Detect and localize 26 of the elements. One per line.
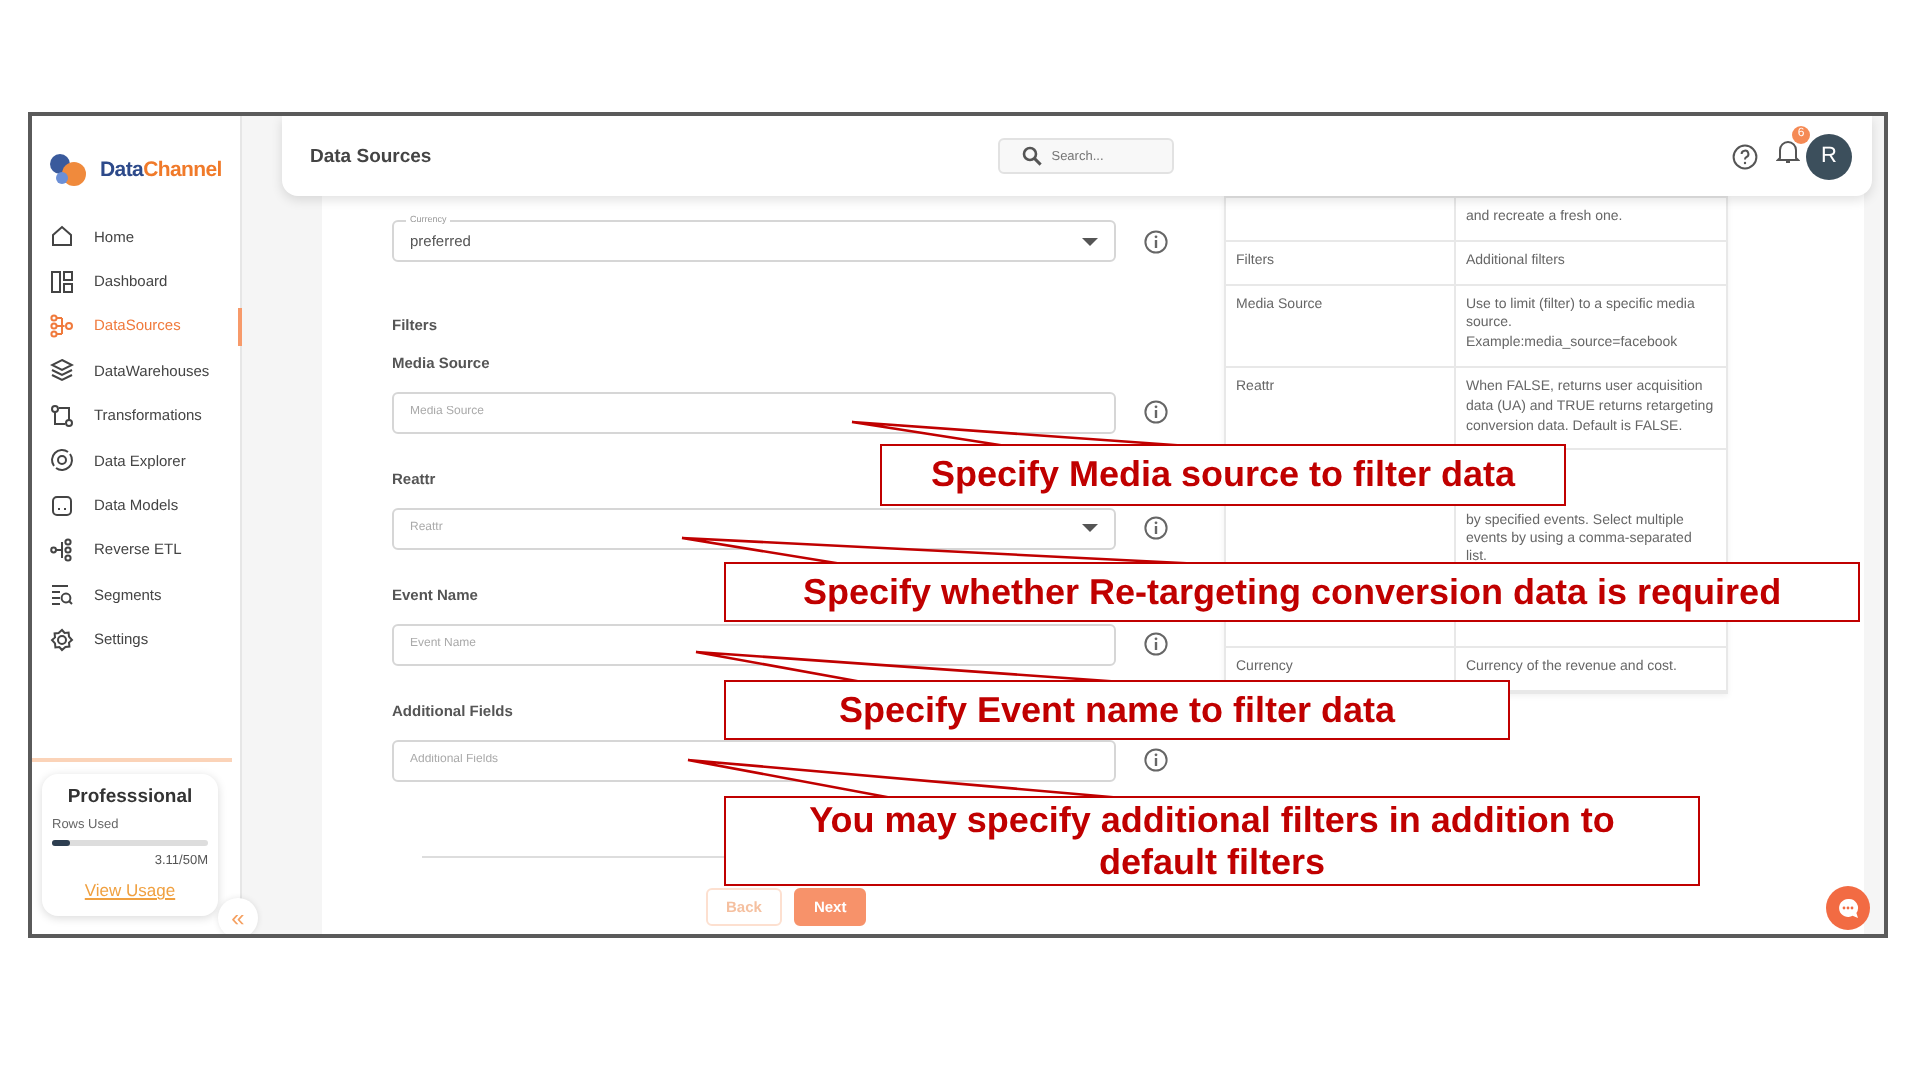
settings-icon <box>50 627 74 652</box>
bell-icon[interactable] <box>1776 138 1800 164</box>
logo-text: DataChannel <box>100 158 222 182</box>
caret-icon <box>1082 524 1098 532</box>
info-icon[interactable] <box>1144 748 1168 772</box>
user-avatar[interactable]: R <box>1806 133 1852 179</box>
segments-icon <box>50 582 74 607</box>
dashboard-icon <box>50 269 74 294</box>
info-icon[interactable] <box>1144 229 1168 253</box>
layers-icon <box>50 358 74 383</box>
page-title: Data Sources <box>310 145 432 167</box>
home-icon <box>50 224 74 249</box>
transform-icon <box>50 403 74 428</box>
explorer-icon <box>50 448 74 473</box>
help-icon[interactable] <box>1732 143 1758 169</box>
caret-icon <box>1082 237 1098 245</box>
info-icon[interactable] <box>1144 632 1168 656</box>
chat-icon <box>1836 896 1860 920</box>
logo-icon <box>46 150 90 190</box>
models-icon <box>50 493 74 518</box>
search-icon <box>1021 146 1042 166</box>
info-icon[interactable] <box>1144 400 1168 424</box>
etl-icon <box>50 537 74 562</box>
flow-icon <box>50 313 74 338</box>
plan-name: Professsional <box>65 786 195 808</box>
info-icon[interactable] <box>1144 516 1168 540</box>
